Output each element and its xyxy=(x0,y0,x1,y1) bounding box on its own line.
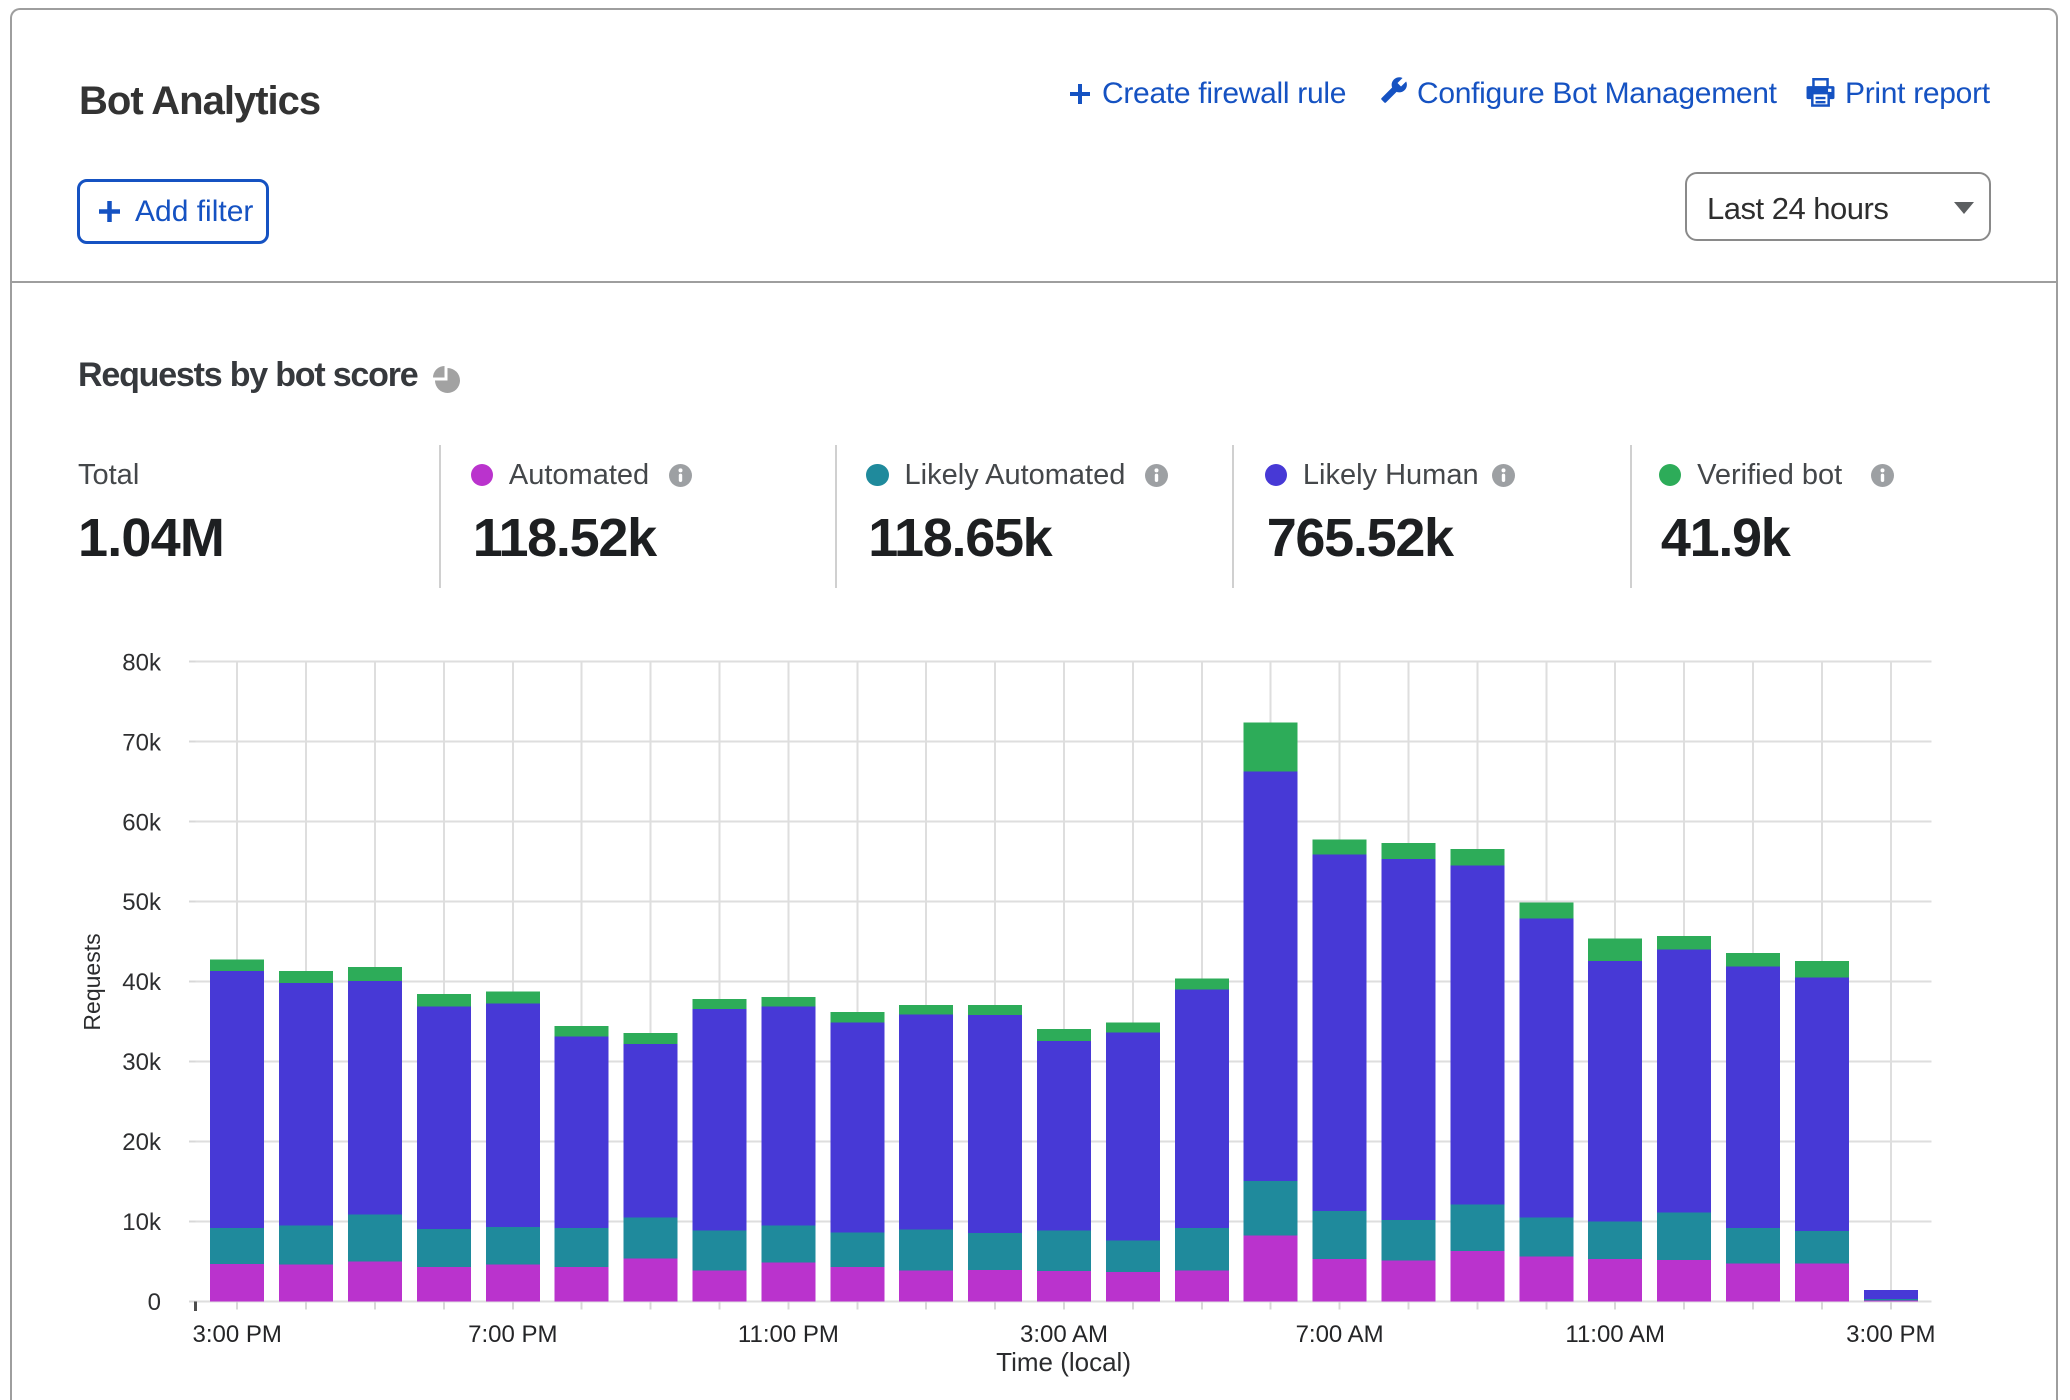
svg-text:Time (local): Time (local) xyxy=(996,1347,1131,1377)
svg-text:10k: 10k xyxy=(122,1209,162,1236)
svg-text:60k: 60k xyxy=(122,809,162,836)
svg-text:11:00 PM: 11:00 PM xyxy=(738,1321,839,1348)
svg-text:3:00 PM: 3:00 PM xyxy=(193,1321,282,1348)
svg-text:3:00 AM: 3:00 AM xyxy=(1020,1321,1108,1348)
svg-text:50k: 50k xyxy=(122,889,162,916)
svg-text:7:00 PM: 7:00 PM xyxy=(468,1321,557,1348)
svg-text:7:00 AM: 7:00 AM xyxy=(1296,1321,1384,1348)
svg-text:80k: 80k xyxy=(122,649,162,676)
svg-text:40k: 40k xyxy=(122,969,162,996)
svg-text:3:00 PM: 3:00 PM xyxy=(1846,1321,1935,1348)
svg-text:20k: 20k xyxy=(122,1129,162,1156)
svg-text:Requests: Requests xyxy=(79,933,105,1030)
svg-text:70k: 70k xyxy=(122,729,162,756)
svg-text:30k: 30k xyxy=(122,1049,162,1076)
svg-text:11:00 AM: 11:00 AM xyxy=(1565,1321,1665,1348)
svg-text:0: 0 xyxy=(148,1289,161,1316)
